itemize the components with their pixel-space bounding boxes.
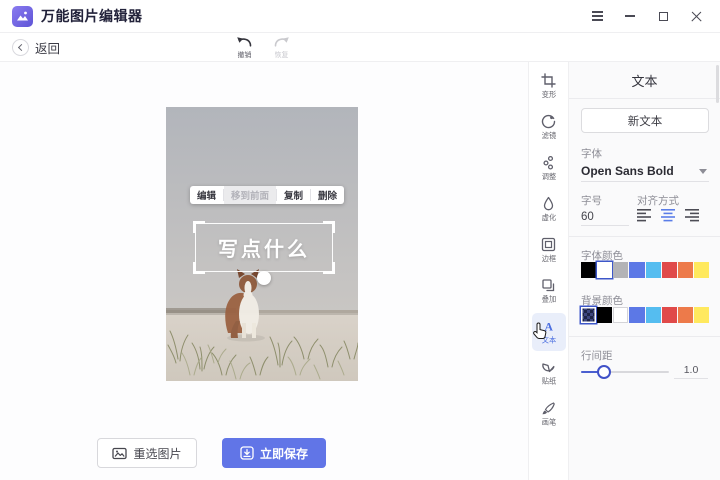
chevron-left-icon [12,39,29,56]
undo-icon [236,36,253,48]
toolbar: 返回 撤销 恢复 [0,34,720,62]
font-color-swatch[interactable] [678,262,693,278]
font-size-input[interactable] [581,208,629,226]
align-label: 对齐方式 [637,193,679,208]
tool-filter[interactable]: 滤镜 [532,108,566,146]
reselect-image-button[interactable]: 重选图片 [97,438,197,468]
font-color-swatches [581,262,709,278]
bg-color-swatch[interactable] [662,307,677,323]
redo-icon [273,36,290,48]
bg-color-swatch[interactable] [694,307,709,323]
blur-icon [541,196,556,211]
font-color-swatch-selected[interactable] [597,262,612,278]
tool-overlay[interactable]: 叠加 [532,272,566,310]
tool-brush[interactable]: 画笔 [532,395,566,433]
text-selection-frame[interactable]: 写点什么 [195,223,333,272]
line-spacing-slider[interactable] [581,365,669,379]
save-button[interactable]: 立即保存 [222,438,326,468]
drag-handle[interactable] [257,271,271,285]
font-color-swatch[interactable] [662,262,677,278]
tool-sidebar: 变形 滤镜 调整 虚化 边框 叠加 A 文本 贴纸 [528,62,568,480]
filter-icon [541,114,556,129]
maximize-icon[interactable] [655,8,671,24]
bg-color-swatch[interactable] [678,307,693,323]
bg-color-swatch[interactable] [629,307,644,323]
font-color-swatch[interactable] [629,262,644,278]
line-spacing-value-input[interactable] [674,361,708,379]
size-label: 字号 [581,193,602,208]
chevron-down-icon [699,169,707,174]
font-color-swatch[interactable] [694,262,709,278]
context-edit-button[interactable]: 编辑 [190,186,223,204]
app-title: 万能图片编辑器 [41,6,143,26]
text-overlay[interactable]: 写点什么 [196,224,332,271]
tool-blur[interactable]: 虚化 [532,190,566,228]
titlebar: 万能图片编辑器 [0,0,720,33]
download-save-icon [240,446,254,460]
text-context-toolbar: 编辑 移到前面 复制 删除 [190,186,344,204]
context-delete-button[interactable]: 删除 [311,186,344,204]
border-icon [541,237,556,252]
font-color-swatch[interactable] [646,262,661,278]
divider [569,236,720,237]
window-controls [589,8,708,24]
slider-knob[interactable] [597,365,611,379]
canvas-image[interactable]: 编辑 移到前面 复制 删除 写点什么 [166,107,358,381]
font-family-dropdown[interactable]: Open Sans Bold [581,160,709,182]
tool-sticker[interactable]: 贴纸 [532,354,566,392]
bg-color-swatch[interactable] [597,307,612,323]
text-settings-panel: 文本 新文本 字体 Open Sans Bold 字号 对齐方式 字体颜色 [568,62,720,480]
tool-transform[interactable]: 变形 [532,67,566,105]
close-icon[interactable] [688,8,704,24]
font-color-label: 字体颜色 [581,248,623,263]
tool-adjust[interactable]: 调整 [532,149,566,187]
font-color-swatch[interactable] [613,262,628,278]
app-logo-icon [12,6,33,27]
bg-color-swatches [581,307,709,323]
history-controls: 撤销 恢复 [232,36,293,60]
new-text-button[interactable]: 新文本 [581,108,709,133]
alignment-group [637,208,700,222]
adjust-icon [541,155,556,170]
back-button[interactable]: 返回 [12,38,60,57]
bg-color-label: 背景颜色 [581,293,623,308]
overlay-icon [541,278,556,293]
sticker-icon [541,360,556,375]
undo-button[interactable]: 撤销 [232,36,256,60]
context-copy-button[interactable]: 复制 [277,186,310,204]
align-center-button[interactable] [661,208,676,222]
app-window: 万能图片编辑器 返回 撤销 [0,0,720,480]
context-bring-front-button: 移到前面 [224,186,276,204]
redo-button[interactable]: 恢复 [269,36,293,60]
tool-border[interactable]: 边框 [532,231,566,269]
bg-color-swatch-transparent-selected[interactable] [581,307,596,323]
tool-text[interactable]: A 文本 [532,313,566,351]
panel-title: 文本 [569,62,720,99]
divider [569,336,720,337]
text-icon: A [544,320,552,333]
bg-color-swatch[interactable] [613,307,628,323]
minimize-icon[interactable] [622,8,638,24]
hamburger-menu-icon[interactable] [589,8,605,24]
align-right-button[interactable] [685,208,700,222]
scrollbar-thumb[interactable] [716,65,719,103]
back-label: 返回 [35,38,60,57]
image-icon [112,447,127,460]
line-spacing-label: 行间距 [581,348,613,363]
brush-icon [541,401,556,416]
font-label: 字体 [581,146,602,161]
transform-crop-icon [541,73,556,88]
canvas-area: 编辑 移到前面 复制 删除 写点什么 [0,62,528,480]
font-color-swatch[interactable] [581,262,596,278]
align-left-button[interactable] [637,208,652,222]
bg-color-swatch[interactable] [646,307,661,323]
